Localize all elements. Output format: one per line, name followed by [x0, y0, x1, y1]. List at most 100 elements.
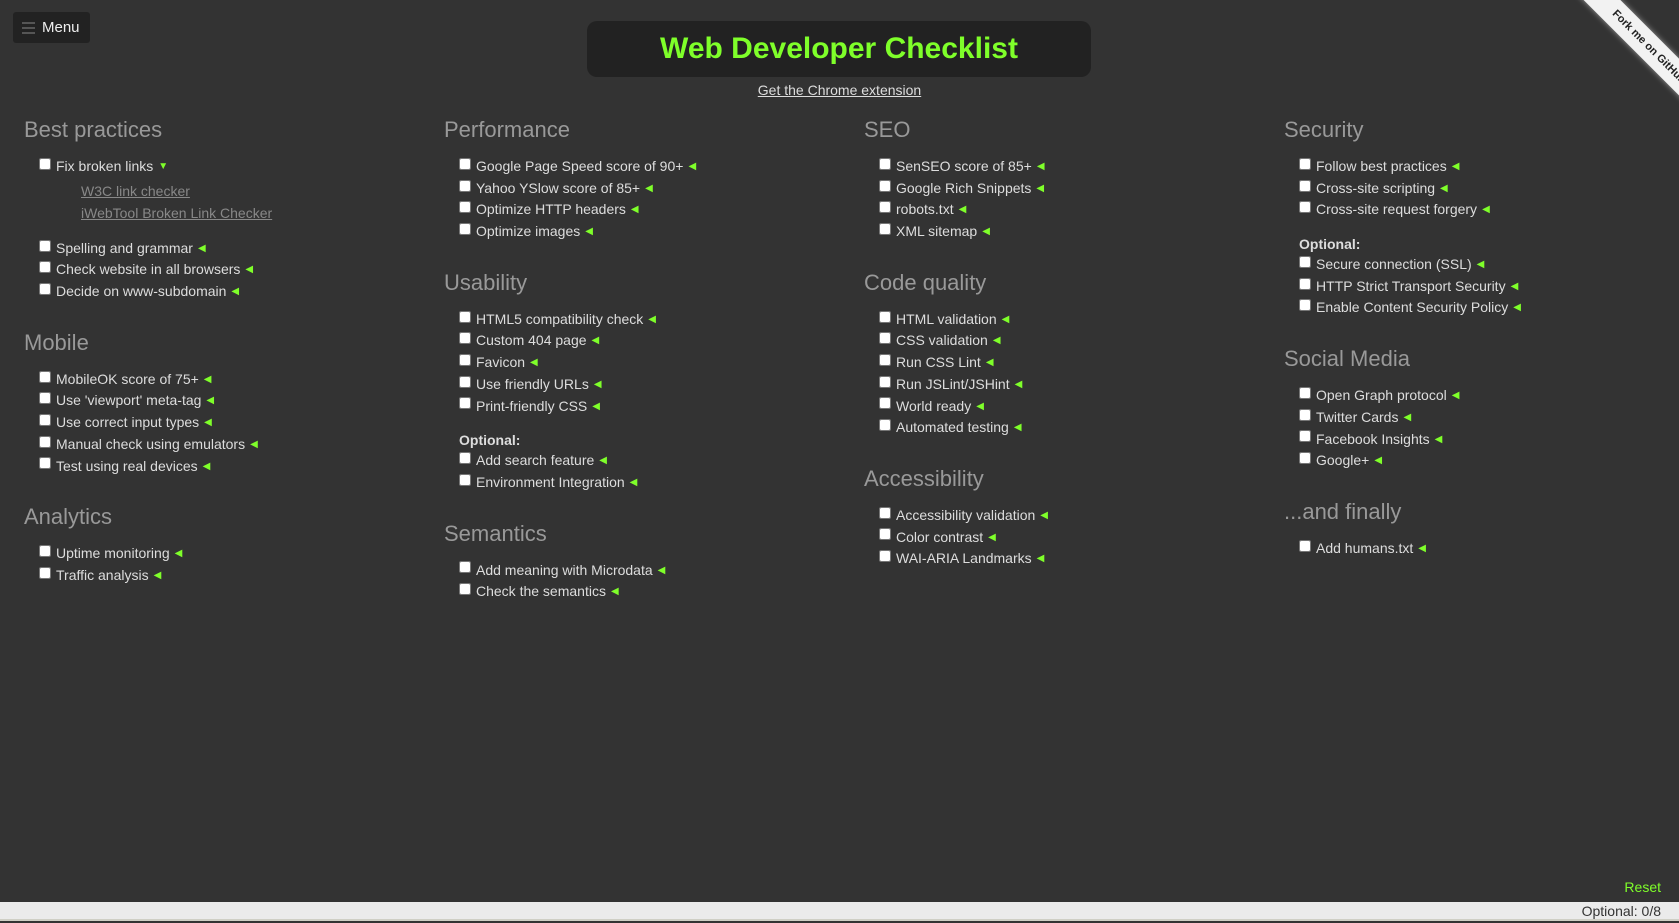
- expand-down-arrow-icon[interactable]: ▼: [158, 156, 168, 178]
- item-label[interactable]: Environment Integration: [476, 472, 625, 494]
- expand-left-arrow-icon[interactable]: ◀: [1513, 297, 1521, 319]
- expand-left-arrow-icon[interactable]: ◀: [1482, 199, 1490, 221]
- expand-left-arrow-icon[interactable]: ◀: [1435, 429, 1443, 451]
- expand-left-arrow-icon[interactable]: ◀: [204, 412, 212, 434]
- expand-left-arrow-icon[interactable]: ◀: [594, 374, 602, 396]
- item-label[interactable]: XML sitemap: [896, 221, 977, 243]
- item-label[interactable]: Fix broken links: [56, 156, 153, 178]
- item-checkbox[interactable]: [459, 157, 471, 170]
- item-checkbox[interactable]: [1299, 255, 1311, 268]
- item-checkbox[interactable]: [1299, 430, 1311, 443]
- item-label[interactable]: Run CSS Lint: [896, 352, 981, 374]
- item-checkbox[interactable]: [39, 239, 51, 252]
- item-checkbox[interactable]: [879, 310, 891, 323]
- item-label[interactable]: Use correct input types: [56, 412, 199, 434]
- item-label[interactable]: robots.txt: [896, 199, 954, 221]
- expand-left-arrow-icon[interactable]: ◀: [585, 221, 593, 243]
- expand-left-arrow-icon[interactable]: ◀: [206, 390, 214, 412]
- item-checkbox[interactable]: [459, 375, 471, 388]
- item-label[interactable]: Use 'viewport' meta-tag: [56, 390, 201, 412]
- item-checkbox[interactable]: [1299, 201, 1311, 214]
- expand-left-arrow-icon[interactable]: ◀: [599, 450, 607, 472]
- item-checkbox[interactable]: [39, 157, 51, 170]
- item-label[interactable]: WAI-ARIA Landmarks: [896, 548, 1032, 570]
- item-checkbox[interactable]: [459, 397, 471, 410]
- expand-left-arrow-icon[interactable]: ◀: [631, 199, 639, 221]
- item-checkbox[interactable]: [39, 566, 51, 579]
- item-label[interactable]: Check the semantics: [476, 581, 606, 603]
- expand-left-arrow-icon[interactable]: ◀: [611, 581, 619, 603]
- expand-left-arrow-icon[interactable]: ◀: [1014, 417, 1022, 439]
- expand-left-arrow-icon[interactable]: ◀: [250, 434, 258, 456]
- expand-left-arrow-icon[interactable]: ◀: [1403, 407, 1411, 429]
- expand-left-arrow-icon[interactable]: ◀: [1452, 156, 1460, 178]
- item-label[interactable]: Yahoo YSlow score of 85+: [476, 178, 640, 200]
- item-checkbox[interactable]: [459, 561, 471, 574]
- item-checkbox[interactable]: [1299, 452, 1311, 465]
- item-label[interactable]: Cross-site request forgery: [1316, 199, 1477, 221]
- item-label[interactable]: Add search feature: [476, 450, 594, 472]
- fork-me-link[interactable]: Fork me on GitHub: [1569, 0, 1679, 120]
- item-checkbox[interactable]: [1299, 539, 1311, 552]
- item-checkbox[interactable]: [879, 179, 891, 192]
- item-label[interactable]: HTML5 compatibility check: [476, 309, 643, 331]
- item-label[interactable]: Google Rich Snippets: [896, 178, 1031, 200]
- expand-left-arrow-icon[interactable]: ◀: [993, 330, 1001, 352]
- item-label[interactable]: Optimize HTTP headers: [476, 199, 626, 221]
- expand-left-arrow-icon[interactable]: ◀: [530, 352, 538, 374]
- expand-left-arrow-icon[interactable]: ◀: [1452, 385, 1460, 407]
- item-label[interactable]: Color contrast: [896, 527, 983, 549]
- item-label[interactable]: Cross-site scripting: [1316, 178, 1435, 200]
- menu-button[interactable]: Menu: [13, 12, 90, 43]
- item-label[interactable]: Accessibility validation: [896, 505, 1035, 527]
- expand-left-arrow-icon[interactable]: ◀: [658, 560, 666, 582]
- item-label[interactable]: Run JSLint/JSHint: [896, 374, 1010, 396]
- item-checkbox[interactable]: [1299, 179, 1311, 192]
- item-label[interactable]: World ready: [896, 396, 971, 418]
- expand-left-arrow-icon[interactable]: ◀: [688, 156, 696, 178]
- item-label[interactable]: Twitter Cards: [1316, 407, 1398, 429]
- item-checkbox[interactable]: [459, 473, 471, 486]
- expand-left-arrow-icon[interactable]: ◀: [988, 527, 996, 549]
- item-checkbox[interactable]: [879, 353, 891, 366]
- helper-link[interactable]: iWebTool Broken Link Checker: [81, 202, 424, 224]
- expand-left-arrow-icon[interactable]: ◀: [648, 309, 656, 331]
- item-label[interactable]: Facebook Insights: [1316, 429, 1430, 451]
- item-label[interactable]: Decide on www-subdomain: [56, 281, 226, 303]
- item-label[interactable]: Follow best practices: [1316, 156, 1447, 178]
- item-label[interactable]: Traffic analysis: [56, 565, 149, 587]
- item-label[interactable]: Print-friendly CSS: [476, 396, 587, 418]
- expand-left-arrow-icon[interactable]: ◀: [592, 396, 600, 418]
- item-label[interactable]: Enable Content Security Policy: [1316, 297, 1508, 319]
- expand-left-arrow-icon[interactable]: ◀: [198, 238, 206, 260]
- item-checkbox[interactable]: [39, 392, 51, 405]
- item-label[interactable]: Automated testing: [896, 417, 1009, 439]
- item-checkbox[interactable]: [1299, 277, 1311, 290]
- item-label[interactable]: Add meaning with Microdata: [476, 560, 653, 582]
- item-checkbox[interactable]: [879, 506, 891, 519]
- expand-left-arrow-icon[interactable]: ◀: [1477, 254, 1485, 276]
- expand-left-arrow-icon[interactable]: ◀: [175, 543, 183, 565]
- item-checkbox[interactable]: [39, 545, 51, 558]
- item-checkbox[interactable]: [39, 261, 51, 274]
- item-label[interactable]: Check website in all browsers: [56, 259, 240, 281]
- expand-left-arrow-icon[interactable]: ◀: [1036, 178, 1044, 200]
- reset-button[interactable]: Reset: [1624, 879, 1661, 895]
- item-checkbox[interactable]: [879, 222, 891, 235]
- item-label[interactable]: HTTP Strict Transport Security: [1316, 276, 1506, 298]
- expand-left-arrow-icon[interactable]: ◀: [1418, 538, 1426, 560]
- item-label[interactable]: Test using real devices: [56, 456, 198, 478]
- item-checkbox[interactable]: [459, 452, 471, 465]
- expand-left-arrow-icon[interactable]: ◀: [986, 352, 994, 374]
- item-checkbox[interactable]: [879, 397, 891, 410]
- item-label[interactable]: CSS validation: [896, 330, 988, 352]
- item-checkbox[interactable]: [879, 419, 891, 432]
- item-label[interactable]: HTML validation: [896, 309, 997, 331]
- item-checkbox[interactable]: [879, 375, 891, 388]
- item-checkbox[interactable]: [879, 201, 891, 214]
- expand-left-arrow-icon[interactable]: ◀: [1015, 374, 1023, 396]
- expand-left-arrow-icon[interactable]: ◀: [203, 456, 211, 478]
- item-checkbox[interactable]: [459, 310, 471, 323]
- expand-left-arrow-icon[interactable]: ◀: [245, 259, 253, 281]
- helper-link[interactable]: W3C link checker: [81, 180, 424, 202]
